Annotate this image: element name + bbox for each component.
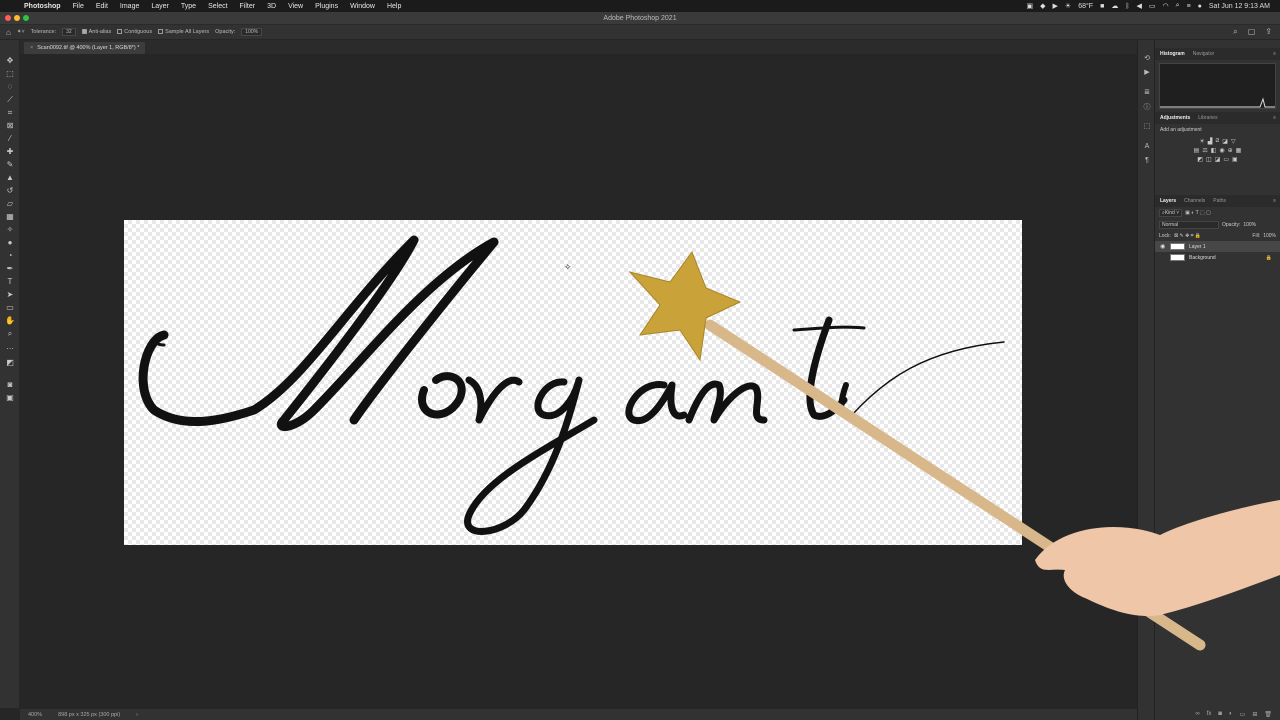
gold-star-icon [628,250,742,362]
magic-wand-illustration [628,250,1280,651]
hand-icon [1035,500,1280,617]
